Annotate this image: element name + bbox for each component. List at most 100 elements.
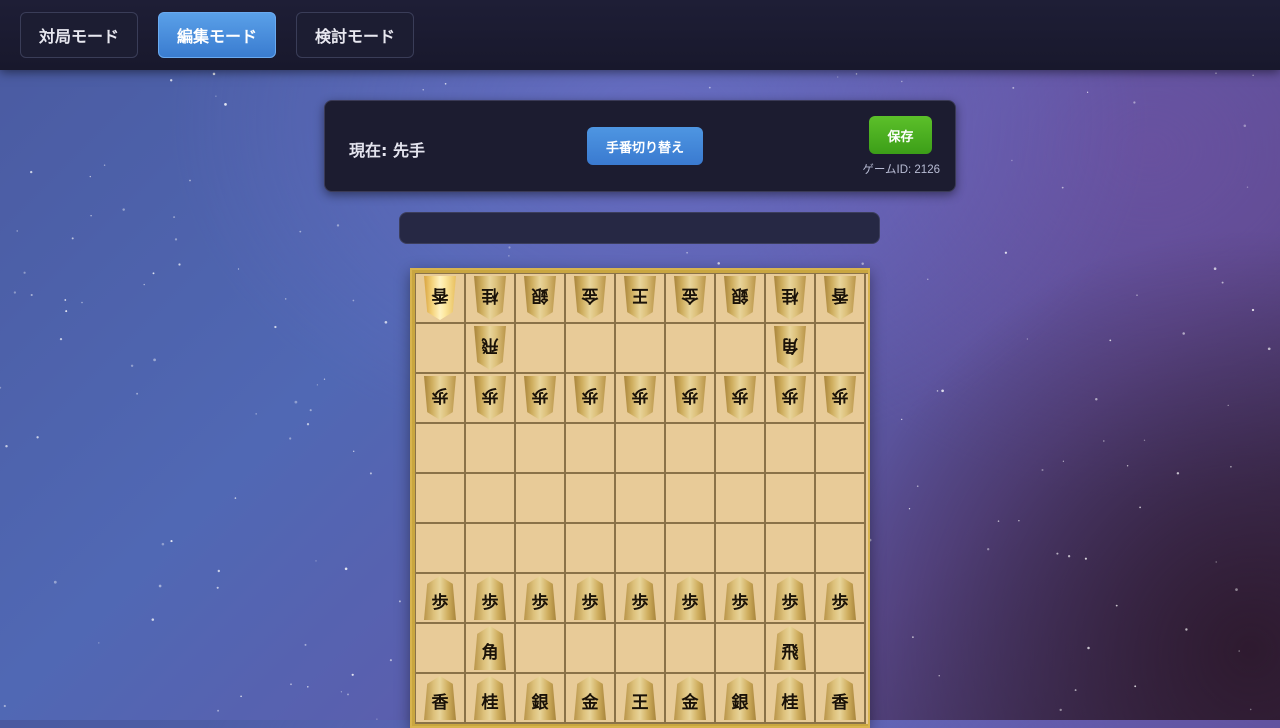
board-square[interactable]	[516, 624, 566, 674]
board-square[interactable]	[666, 624, 716, 674]
board-square[interactable]: 角	[466, 624, 516, 674]
sente-piece[interactable]: 歩	[824, 576, 856, 620]
gote-piece[interactable]: 角	[774, 326, 806, 370]
board-square[interactable]: 歩	[816, 374, 866, 424]
board-square[interactable]	[416, 474, 466, 524]
board-square[interactable]	[716, 324, 766, 374]
board-square[interactable]	[566, 424, 616, 474]
gote-piece[interactable]: 香	[424, 276, 456, 320]
board-square[interactable]	[716, 424, 766, 474]
sente-piece[interactable]: 歩	[724, 576, 756, 620]
board-square[interactable]: 歩	[616, 374, 666, 424]
board-square[interactable]	[416, 424, 466, 474]
board-square[interactable]	[516, 324, 566, 374]
board-square[interactable]: 銀	[516, 274, 566, 324]
gote-piece[interactable]: 香	[824, 276, 856, 320]
board-square[interactable]: 歩	[716, 374, 766, 424]
board-square[interactable]	[816, 324, 866, 374]
sente-piece[interactable]: 金	[574, 676, 606, 720]
sente-piece[interactable]: 桂	[774, 676, 806, 720]
gote-piece[interactable]: 銀	[724, 276, 756, 320]
gote-piece[interactable]: 歩	[774, 376, 806, 420]
board-square[interactable]	[666, 524, 716, 574]
board-square[interactable]: 歩	[516, 574, 566, 624]
board-square[interactable]: 王	[616, 274, 666, 324]
sente-piece[interactable]: 金	[674, 676, 706, 720]
board-square[interactable]	[816, 474, 866, 524]
board-square[interactable]: 歩	[516, 374, 566, 424]
board-square[interactable]: 金	[566, 674, 616, 724]
gote-piece[interactable]: 桂	[474, 276, 506, 320]
board-square[interactable]: 銀	[716, 274, 766, 324]
board-square[interactable]	[666, 424, 716, 474]
board-square[interactable]	[716, 474, 766, 524]
board-square[interactable]: 金	[566, 274, 616, 324]
board-square[interactable]	[816, 624, 866, 674]
gote-piece[interactable]: 歩	[674, 376, 706, 420]
board-square[interactable]: 歩	[816, 574, 866, 624]
board-square[interactable]	[716, 524, 766, 574]
board-square[interactable]	[516, 474, 566, 524]
board-square[interactable]: 金	[666, 274, 716, 324]
board-square[interactable]	[466, 424, 516, 474]
board-square[interactable]	[716, 624, 766, 674]
board-square[interactable]	[766, 424, 816, 474]
gote-piece[interactable]: 歩	[574, 376, 606, 420]
gote-piece[interactable]: 歩	[474, 376, 506, 420]
board-square[interactable]: 桂	[466, 674, 516, 724]
save-button[interactable]: 保存	[869, 116, 932, 154]
board-square[interactable]	[766, 474, 816, 524]
board-square[interactable]	[566, 324, 616, 374]
board-square[interactable]: 銀	[516, 674, 566, 724]
board-square[interactable]: 香	[816, 274, 866, 324]
sente-piece[interactable]: 歩	[424, 576, 456, 620]
board-square[interactable]	[566, 624, 616, 674]
board-square[interactable]	[666, 474, 716, 524]
gote-piece[interactable]: 金	[674, 276, 706, 320]
gote-piece[interactable]: 金	[574, 276, 606, 320]
board-square[interactable]: 歩	[566, 374, 616, 424]
sente-piece[interactable]: 王	[624, 676, 656, 720]
gote-piece[interactable]: 歩	[624, 376, 656, 420]
gote-piece[interactable]: 銀	[524, 276, 556, 320]
board-square[interactable]	[666, 324, 716, 374]
board-square[interactable]: 飛	[766, 624, 816, 674]
board-square[interactable]: 桂	[766, 274, 816, 324]
sente-piece[interactable]: 角	[474, 626, 506, 670]
sente-piece[interactable]: 歩	[624, 576, 656, 620]
board-square[interactable]: 歩	[416, 374, 466, 424]
sente-piece[interactable]: 香	[824, 676, 856, 720]
board-square[interactable]	[416, 324, 466, 374]
board-square[interactable]	[816, 424, 866, 474]
gote-piece[interactable]: 飛	[474, 326, 506, 370]
sente-piece[interactable]: 歩	[524, 576, 556, 620]
board-square[interactable]	[616, 424, 666, 474]
gote-piece[interactable]: 桂	[774, 276, 806, 320]
board-square[interactable]	[516, 424, 566, 474]
board-square[interactable]: 金	[666, 674, 716, 724]
board-square[interactable]: 歩	[766, 574, 816, 624]
board-square[interactable]: 香	[416, 674, 466, 724]
gote-piece[interactable]: 歩	[424, 376, 456, 420]
board-square[interactable]: 歩	[466, 374, 516, 424]
board-square[interactable]	[616, 524, 666, 574]
board-square[interactable]	[466, 524, 516, 574]
switch-turn-button[interactable]: 手番切り替え	[587, 127, 703, 165]
sente-piece[interactable]: 歩	[474, 576, 506, 620]
board-square[interactable]: 歩	[566, 574, 616, 624]
board-square[interactable]: 歩	[666, 574, 716, 624]
sente-piece[interactable]: 歩	[574, 576, 606, 620]
board-square[interactable]: 歩	[766, 374, 816, 424]
gote-piece[interactable]: 歩	[724, 376, 756, 420]
board-square[interactable]: 歩	[616, 574, 666, 624]
board-square[interactable]	[566, 474, 616, 524]
board-square[interactable]: 香	[816, 674, 866, 724]
board-square[interactable]	[616, 624, 666, 674]
board-square[interactable]: 桂	[466, 274, 516, 324]
edit-mode-button[interactable]: 編集モード	[158, 12, 276, 58]
sente-piece[interactable]: 銀	[724, 676, 756, 720]
board-square[interactable]	[416, 524, 466, 574]
board-square[interactable]: 角	[766, 324, 816, 374]
board-square[interactable]	[766, 524, 816, 574]
board-square[interactable]: 王	[616, 674, 666, 724]
